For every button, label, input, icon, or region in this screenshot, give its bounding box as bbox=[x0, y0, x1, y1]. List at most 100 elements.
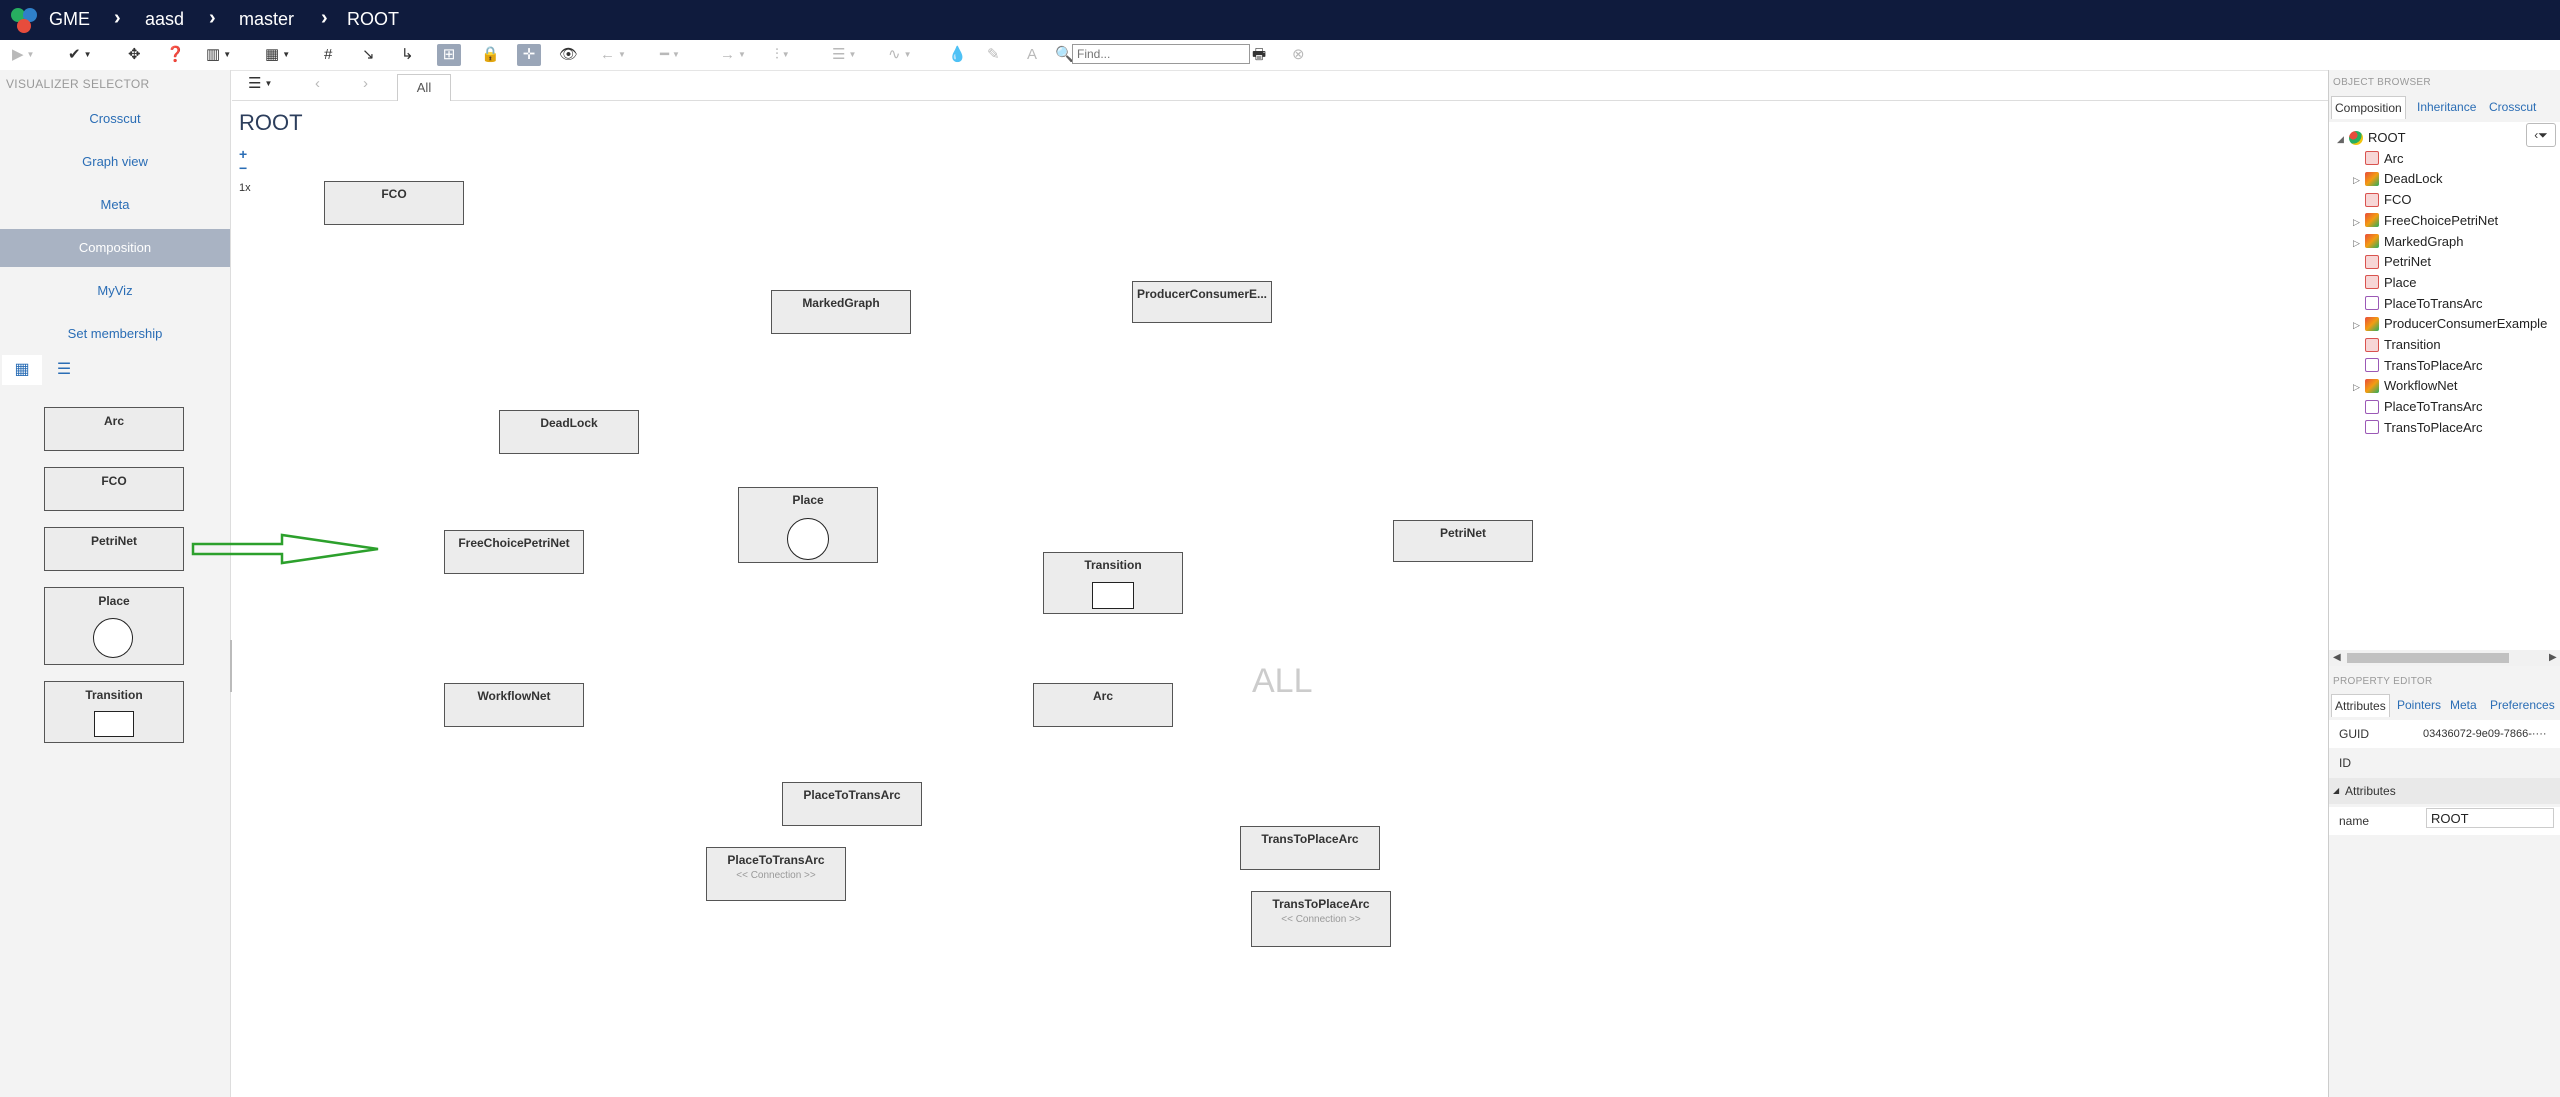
tree-expand-icon[interactable]: ▷ bbox=[2353, 377, 2365, 397]
node-placetotransarc[interactable]: PlaceToTransArc bbox=[782, 782, 922, 826]
scroll-right-icon[interactable]: ▶ bbox=[2549, 650, 2557, 666]
tab-pointers[interactable]: Pointers bbox=[2394, 694, 2444, 716]
find-input[interactable] bbox=[1072, 44, 1250, 64]
connect-icon[interactable]: ↘ bbox=[362, 44, 375, 66]
tree-horizontal-scrollbar[interactable]: ◀ ▶ bbox=[2329, 650, 2560, 666]
tree-node[interactable]: FCO bbox=[2353, 190, 2411, 210]
tree-node[interactable]: PetriNet bbox=[2353, 252, 2431, 272]
layout-icon[interactable]: ▥ ▼ bbox=[206, 44, 231, 66]
visualizer-graph-view[interactable]: Graph view bbox=[0, 143, 230, 181]
node-transtoplacearc-connection[interactable]: TransToPlaceArc << Connection >> bbox=[1251, 891, 1391, 947]
breadcrumb-node[interactable]: ROOT bbox=[347, 9, 399, 30]
node-fco[interactable]: FCO bbox=[324, 181, 464, 225]
tree-expand-icon[interactable]: ◢ bbox=[2337, 129, 2349, 149]
conn-node-icon bbox=[2365, 358, 2379, 373]
palette-item-place[interactable]: Place bbox=[44, 587, 184, 665]
curve-icon[interactable]: ∿ ▼ bbox=[888, 44, 912, 66]
tab-inheritance[interactable]: Inheritance bbox=[2414, 96, 2479, 118]
eye-icon[interactable]: 👁 bbox=[559, 44, 578, 66]
tree-expand-icon[interactable]: ▷ bbox=[2353, 315, 2365, 335]
sliders-icon[interactable]: ⫶ ▼ bbox=[775, 44, 790, 66]
forward-icon[interactable]: › bbox=[363, 73, 368, 95]
tree-node[interactable]: ▷ DeadLock bbox=[2353, 169, 2443, 189]
text-color-icon[interactable]: A bbox=[1027, 44, 1037, 66]
lock-icon[interactable]: 🔒 bbox=[481, 44, 500, 66]
node-placetotransarc-connection[interactable]: PlaceToTransArc << Connection >> bbox=[706, 847, 846, 901]
tree-node[interactable]: ▷ MarkedGraph bbox=[2353, 232, 2463, 252]
check-icon[interactable]: ✔ ▼ bbox=[68, 44, 92, 66]
line-style-icon[interactable]: ━ ▼ bbox=[660, 44, 680, 66]
tree-node[interactable]: Arc bbox=[2353, 149, 2404, 169]
border-color-icon[interactable]: ✎ bbox=[987, 44, 1000, 66]
tree-root-node[interactable]: ◢ ROOT bbox=[2337, 128, 2406, 148]
attributes-group-header[interactable]: ◢ Attributes bbox=[2329, 778, 2560, 804]
tree-node[interactable]: ▷ WorkflowNet bbox=[2353, 376, 2457, 396]
visualizer-composition[interactable]: Composition bbox=[0, 229, 230, 267]
help-icon[interactable]: ❓ bbox=[166, 44, 185, 66]
visualizer-crosscut[interactable]: Crosscut bbox=[0, 100, 230, 138]
hash-icon[interactable]: # bbox=[324, 44, 332, 66]
breadcrumb-project[interactable]: aasd bbox=[145, 9, 184, 30]
line-width-icon[interactable]: ☰ ▼ bbox=[832, 44, 856, 66]
tree-node[interactable]: TransToPlaceArc bbox=[2353, 356, 2483, 376]
node-transtoplacearc[interactable]: TransToPlaceArc bbox=[1240, 826, 1380, 870]
grid-view-icon[interactable]: ▦ bbox=[2, 355, 42, 385]
tab-crosscut[interactable]: Crosscut bbox=[2486, 96, 2539, 118]
node-place[interactable]: Place bbox=[738, 487, 878, 563]
tree-expand-icon[interactable]: ▷ bbox=[2353, 212, 2365, 232]
back-icon[interactable]: ‹ bbox=[315, 73, 320, 95]
palette-item-transition[interactable]: Transition bbox=[44, 681, 184, 743]
node-producerconsumerexample[interactable]: ProducerConsumerE... bbox=[1132, 281, 1272, 323]
tree-node[interactable]: Place bbox=[2353, 273, 2417, 293]
gme-logo-icon[interactable] bbox=[8, 3, 42, 37]
node-arc[interactable]: Arc bbox=[1033, 683, 1173, 727]
scrollbar-thumb[interactable] bbox=[2347, 653, 2509, 663]
palette-item-fco[interactable]: FCO bbox=[44, 467, 184, 511]
hierarchy-icon[interactable]: ⊞ bbox=[437, 44, 461, 66]
list-view-icon[interactable]: ☰ bbox=[44, 355, 84, 385]
tree-node[interactable]: ▷ ProducerConsumerExample bbox=[2353, 314, 2547, 334]
tab-preferences[interactable]: Preferences bbox=[2487, 694, 2558, 716]
collapse-icon[interactable]: ◢ bbox=[2333, 778, 2339, 804]
visualizer-myviz[interactable]: MyViz bbox=[0, 272, 230, 310]
tree-node[interactable]: TransToPlaceArc bbox=[2353, 418, 2483, 438]
node-transition[interactable]: Transition bbox=[1043, 552, 1183, 614]
list-menu-icon[interactable]: ☰ ▼ bbox=[248, 73, 272, 95]
move-icon[interactable]: ✥ bbox=[128, 44, 141, 66]
name-field[interactable]: ROOT bbox=[2426, 808, 2554, 828]
tree-node[interactable]: PlaceToTransArc bbox=[2353, 397, 2483, 417]
connect-reverse-icon[interactable]: ↳ bbox=[401, 44, 414, 66]
grid-icon[interactable]: ▦ ▼ bbox=[265, 44, 290, 66]
close-circle-icon[interactable]: ⊗ bbox=[1292, 44, 1305, 66]
visualizer-set-membership[interactable]: Set membership bbox=[0, 315, 230, 353]
tab-composition[interactable]: Composition bbox=[2331, 96, 2406, 119]
tree-node[interactable]: PlaceToTransArc bbox=[2353, 294, 2483, 314]
print-icon[interactable]: 🖶 bbox=[1252, 44, 1266, 66]
tree-node[interactable]: ▷ FreeChoicePetriNet bbox=[2353, 211, 2498, 231]
tree-node-label: MarkedGraph bbox=[2384, 233, 2464, 249]
palette-item-arc[interactable]: Arc bbox=[44, 407, 184, 451]
tree-node[interactable]: Transition bbox=[2353, 335, 2441, 355]
node-markedgraph[interactable]: MarkedGraph bbox=[771, 290, 911, 334]
tab-all[interactable]: All bbox=[397, 74, 451, 101]
palette-item-petrinet[interactable]: PetriNet bbox=[44, 527, 184, 571]
tab-meta[interactable]: Meta bbox=[2447, 694, 2480, 716]
tree-expand-icon[interactable]: ▷ bbox=[2353, 170, 2365, 190]
visualizer-meta[interactable]: Meta bbox=[0, 186, 230, 224]
breadcrumb-branch[interactable]: master bbox=[239, 9, 294, 30]
tree-expand-icon[interactable]: ▷ bbox=[2353, 233, 2365, 253]
node-deadlock[interactable]: DeadLock bbox=[499, 410, 639, 454]
node-freechoicepetrinet[interactable]: FreeChoicePetriNet bbox=[444, 530, 584, 574]
arrow-left-icon[interactable]: ← ▼ bbox=[600, 44, 626, 66]
arrow-right-icon[interactable]: → ▼ bbox=[720, 44, 746, 66]
node-workflownet[interactable]: WorkflowNet bbox=[444, 683, 584, 727]
filter-icon[interactable]: ‹⏷ bbox=[2526, 123, 2556, 147]
app-name[interactable]: GME bbox=[49, 9, 90, 30]
play-icon[interactable]: ▶ ▼ bbox=[12, 44, 34, 66]
tab-attributes[interactable]: Attributes bbox=[2331, 694, 2390, 717]
zoom-out-button[interactable]: − bbox=[239, 160, 247, 176]
pan-icon[interactable]: ✛ bbox=[517, 44, 541, 66]
node-petrinet[interactable]: PetriNet bbox=[1393, 520, 1533, 562]
fill-color-icon[interactable]: 💧 bbox=[948, 44, 967, 66]
scroll-left-icon[interactable]: ◀ bbox=[2333, 650, 2341, 666]
